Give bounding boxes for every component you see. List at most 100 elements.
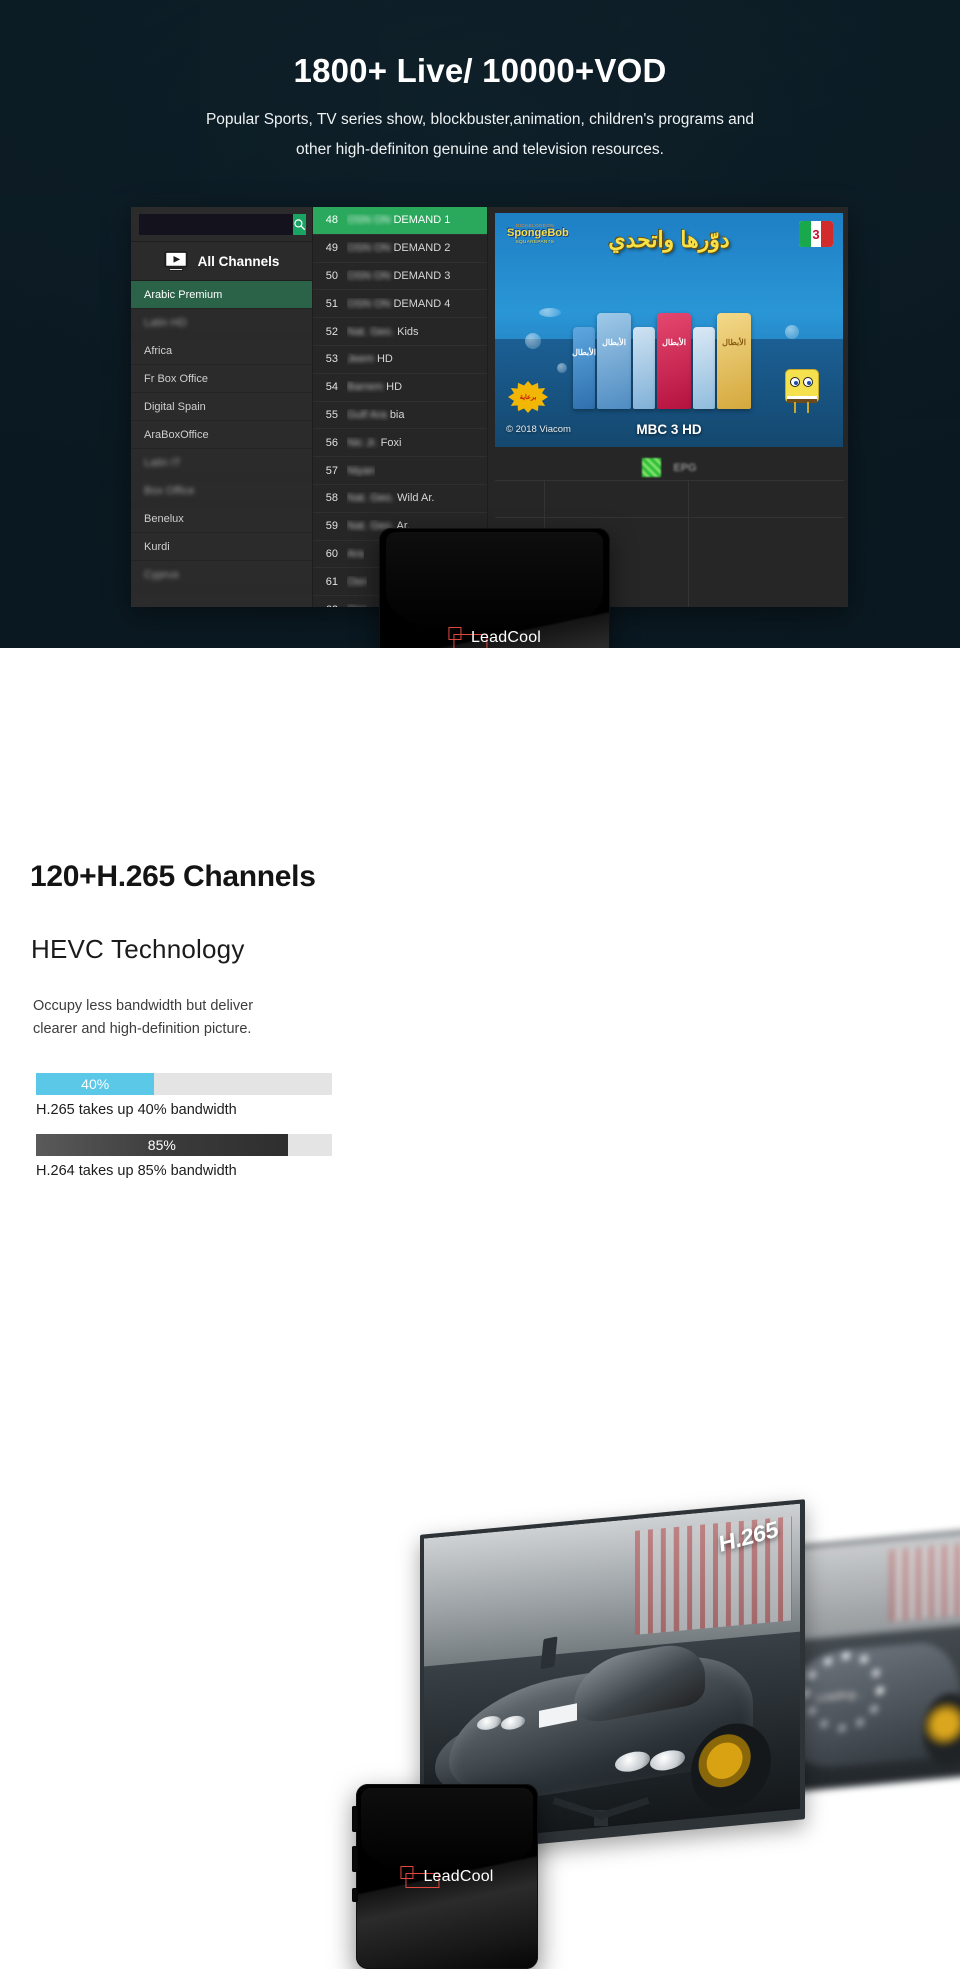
pack-item: الأبطال	[657, 313, 691, 409]
channel-logo-badge: 3	[799, 221, 833, 247]
pack-label: الأبطال	[662, 337, 686, 347]
channel-name: Nat. Geo. Kids	[347, 326, 419, 338]
set-top-box-body: LeadCool	[379, 528, 610, 648]
category-label: Benelux	[144, 513, 184, 525]
channel-number: 51	[325, 297, 338, 310]
brand-name: LeadCool	[423, 1867, 494, 1885]
category-label: Kurdi	[144, 541, 170, 553]
category-item[interactable]: Arabic Premium	[131, 281, 312, 309]
channel-name-blurred: Nic Jr.	[347, 436, 378, 449]
category-item[interactable]: Cyprus	[131, 561, 312, 589]
channel-row[interactable]: 57 Niyan	[313, 457, 487, 485]
section-subheading: HEVC Technology	[31, 934, 245, 964]
channel-name-blurred: OSN ON	[347, 269, 391, 282]
category-item[interactable]: Latin IT	[131, 449, 312, 477]
channel-name-visible: DEMAND 4	[393, 297, 451, 310]
bandwidth-bar: 40%	[36, 1073, 332, 1095]
channel-number: 58	[325, 492, 338, 505]
search-input[interactable]	[139, 214, 293, 235]
channel-name: OSN ON DEMAND 2	[347, 242, 450, 254]
product-packs: الأبطال الأبطال الأبطال الأبطال	[572, 313, 751, 409]
section-heading: 120+H.265 Channels	[30, 860, 316, 893]
channel-name-blurred: Barrem	[347, 381, 384, 394]
spongebob-title: SpongeBob	[507, 227, 569, 239]
epg-bar[interactable]: EPG	[495, 455, 844, 481]
channel-row[interactable]: 56 Nic Jr. Foxi	[313, 429, 487, 458]
category-label: Digital Spain	[144, 401, 206, 413]
category-item[interactable]: Fr Box Office	[131, 365, 312, 393]
category-item[interactable]: Kurdi	[131, 533, 312, 561]
channel-row[interactable]: 50 OSN ON DEMAND 3	[313, 263, 487, 291]
channel-number: 52	[325, 325, 338, 338]
category-label: Latin HD	[144, 317, 187, 329]
hero-section: 1800+ Live/ 10000+VOD Popular Sports, TV…	[0, 0, 960, 648]
channel-row[interactable]: 52 Nat. Geo. Kids	[313, 318, 487, 346]
bandwidth-bar-fill: 85%	[36, 1134, 288, 1156]
channel-number: 48	[325, 214, 338, 227]
channel-row[interactable]: 54 Barrem HD	[313, 374, 487, 402]
pack-item: الأبطال	[597, 313, 631, 409]
category-label: Box Office	[144, 485, 195, 497]
bandwidth-bar: 85%	[36, 1134, 332, 1156]
spongebob-logo: NICKELODEON SpongeBob SQUAREPANTS	[507, 223, 569, 244]
category-label: AraBoxOffice	[144, 429, 209, 441]
pack-label: الأبطال	[572, 348, 596, 358]
channel-name-visible: Wild Ar.	[397, 492, 435, 505]
epg-label: EPG	[673, 461, 697, 474]
bandwidth-value-label: 85%	[147, 1137, 176, 1153]
channel-number: 62	[313, 604, 347, 607]
channel-row[interactable]: 58 Nat. Geo. Wild Ar.	[313, 485, 487, 513]
epg-grid-line	[688, 481, 689, 607]
channel-name-blurred: Niyan	[347, 464, 376, 477]
channel-number: 57	[325, 464, 338, 477]
channel-name: Niyan	[347, 465, 375, 477]
bubble-decoration	[557, 363, 567, 373]
category-item[interactable]: Digital Spain	[131, 393, 312, 421]
channel-name: Barrem HD	[347, 381, 402, 393]
category-item[interactable]: Africa	[131, 337, 312, 365]
channel-row[interactable]: 55 Gulf Ara bia	[313, 402, 487, 430]
category-label: Arabic Premium	[144, 289, 223, 301]
channel-row[interactable]: 53 Jeem HD	[313, 346, 487, 374]
bandwidth-value-label: 40%	[81, 1076, 110, 1092]
channel-number: 50	[325, 269, 338, 282]
channel-number: 49	[325, 242, 338, 255]
leadcool-mark-icon	[400, 1865, 440, 1888]
category-item[interactable]: Latin HD	[131, 309, 312, 337]
channel-number: 60	[325, 547, 338, 560]
epg-grid-line	[495, 517, 844, 518]
channel-row[interactable]: 49 OSN ON DEMAND 2	[313, 235, 487, 263]
bandwidth-bar-fill: 40%	[36, 1073, 155, 1095]
category-item[interactable]: Box Office	[131, 477, 312, 505]
set-top-box-body: LeadCool	[352, 1784, 538, 1969]
channel-name-visible: HD	[376, 353, 393, 366]
pack-item	[693, 327, 715, 409]
channel-name-blurred: Osn	[347, 604, 367, 607]
channel-number: 53	[325, 353, 338, 366]
spongebob-subtitle: SQUAREPANTS	[515, 239, 555, 244]
search-button[interactable]	[293, 214, 306, 235]
bandwidth-caption: H.264 takes up 85% bandwidth	[36, 1163, 237, 1179]
bubble-decoration	[539, 308, 561, 317]
channel-name-blurred: Ara	[347, 547, 365, 560]
paragraph-line1: Occupy less bandwidth but deliver	[33, 998, 254, 1014]
category-label: Cyprus	[144, 569, 179, 581]
loading-label: Loading...	[816, 1688, 865, 1705]
channel-row[interactable]: 51 OSN ON DEMAND 4	[313, 290, 487, 319]
all-channels-label: All Channels	[197, 253, 280, 269]
channel-name: Nat. Geo. Wild Ar.	[347, 492, 434, 504]
channel-name-blurred: OSN ON	[347, 242, 391, 255]
channel-name-blurred: Nat. Geo.	[347, 492, 395, 505]
channel-name-visible: DEMAND 1	[393, 214, 451, 227]
all-channels-button[interactable]: All Channels	[131, 241, 312, 281]
tv-play-icon	[164, 251, 188, 271]
hero-subtitle-line2: other high-definiton genuine and televis…	[296, 141, 664, 158]
video-preview[interactable]: NICKELODEON SpongeBob SQUAREPANTS دوّرها…	[495, 213, 843, 447]
pack-item	[633, 327, 655, 409]
channel-row[interactable]: 48 OSN ON DEMAND 1	[313, 207, 487, 235]
category-item[interactable]: Benelux	[131, 505, 312, 533]
channel-number: 61	[325, 575, 338, 588]
category-label: Latin IT	[144, 457, 181, 469]
category-item[interactable]: AraBoxOffice	[131, 421, 312, 449]
channel-name: Osn	[347, 576, 367, 588]
